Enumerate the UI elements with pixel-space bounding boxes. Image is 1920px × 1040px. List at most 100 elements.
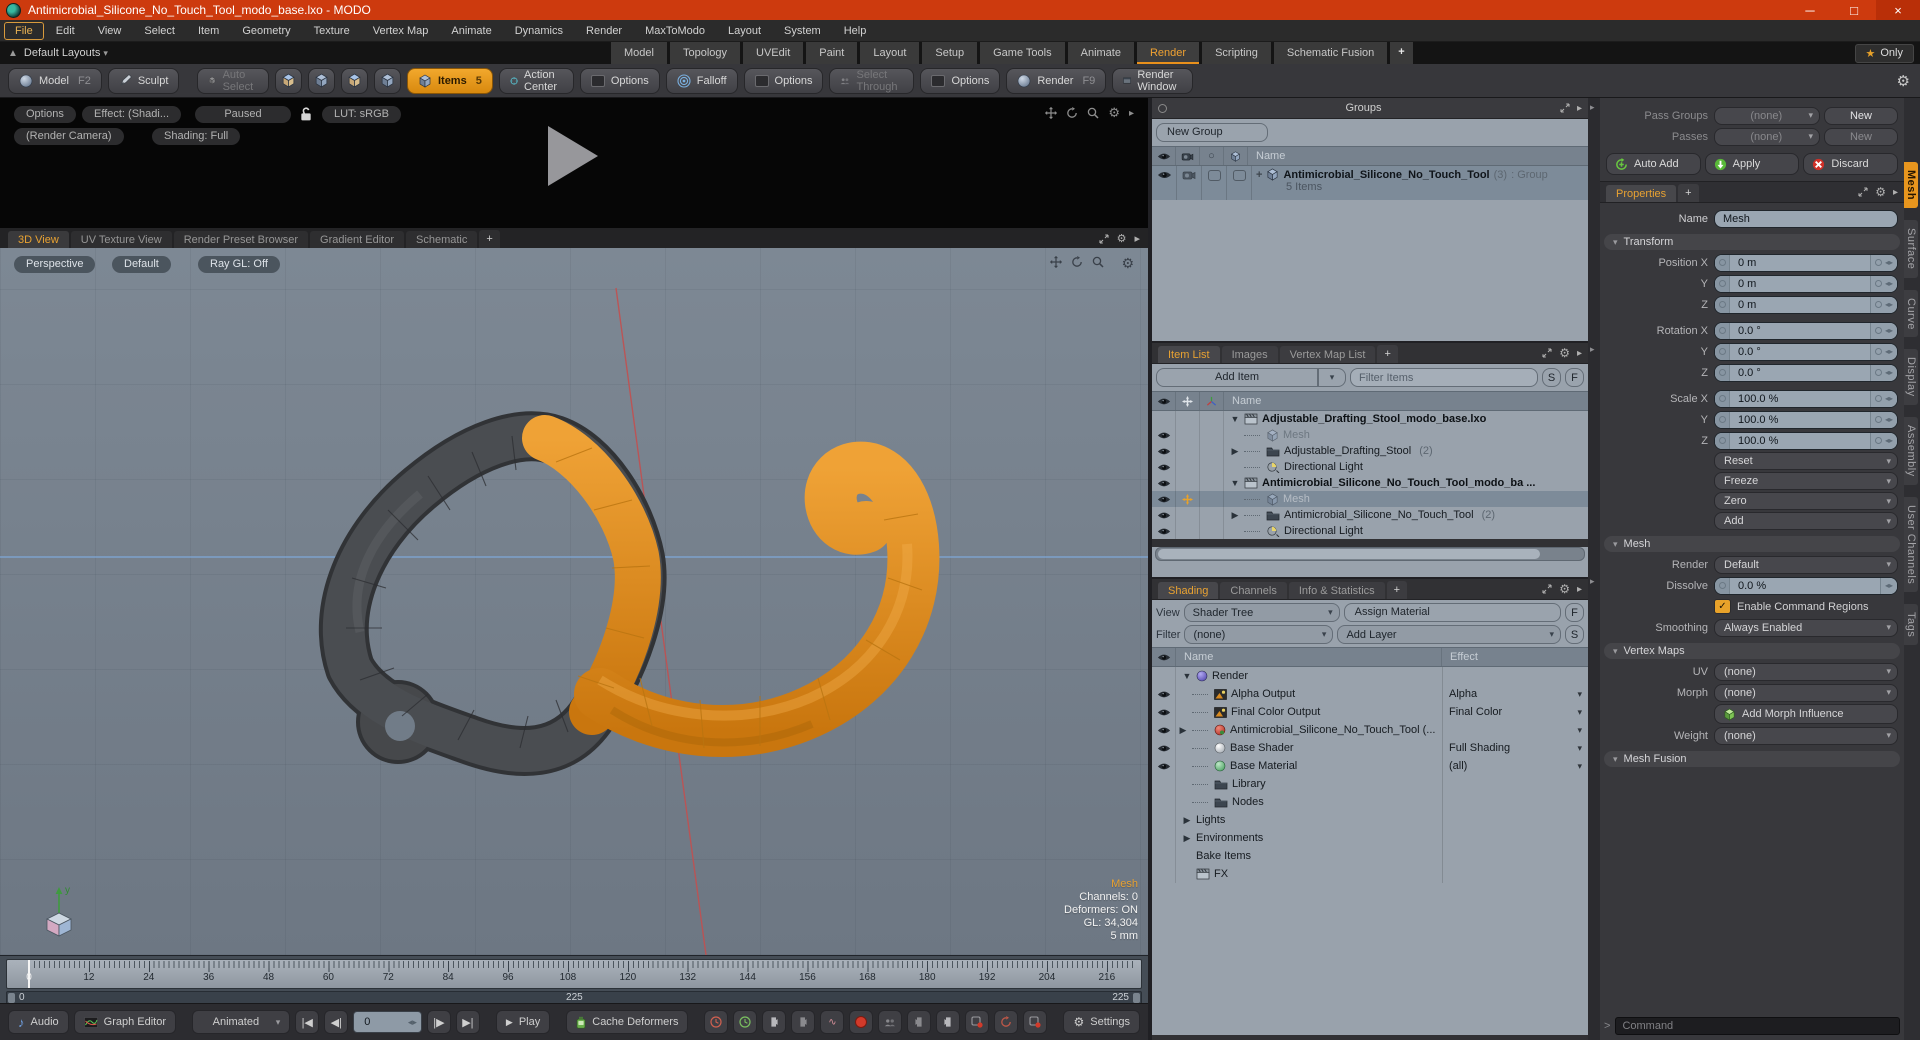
- section-vertex-maps[interactable]: ▾ Vertex Maps: [1604, 643, 1900, 659]
- mini-slider-arrows[interactable]: ◂▸: [1879, 577, 1897, 594]
- tab-images[interactable]: Images: [1221, 346, 1278, 363]
- uv-dropdown[interactable]: (none) ▾: [1714, 662, 1898, 681]
- menu-item-file[interactable]: File: [4, 21, 44, 40]
- viewport-tab-add[interactable]: +: [479, 230, 500, 248]
- transform-value-field[interactable]: 0.0 ° ◂▸: [1714, 321, 1898, 340]
- transform-value-field[interactable]: 100.0 % ◂▸: [1714, 431, 1898, 450]
- gear-icon[interactable]: ⚙: [1117, 232, 1127, 245]
- dissolve-field[interactable]: 0.0 % ◂▸: [1714, 576, 1898, 595]
- auto-select-button[interactable]: Auto Select: [197, 67, 269, 94]
- chevron-down-icon[interactable]: ▾: [1577, 725, 1582, 736]
- add-item-dropdown-arrow[interactable]: ▾: [1318, 368, 1346, 387]
- side-tab-assembly[interactable]: Assembly: [1904, 416, 1918, 485]
- expand-icon[interactable]: [1542, 584, 1552, 594]
- tab-shading[interactable]: Shading: [1158, 582, 1219, 599]
- section-mesh[interactable]: ▾ Mesh: [1604, 536, 1900, 552]
- mini-slider-arrows[interactable]: ◂▸: [1869, 364, 1897, 381]
- layer-visibility-toggle[interactable]: [1152, 721, 1176, 739]
- render-window-button[interactable]: Render Window: [1112, 67, 1194, 94]
- pan-icon[interactable]: [1045, 107, 1057, 119]
- render-button[interactable]: Render F9: [1006, 67, 1107, 94]
- gear-icon[interactable]: ⚙: [1559, 582, 1570, 596]
- pass-groups-dropdown[interactable]: (none) ▾: [1714, 106, 1820, 125]
- tree-expander-icon[interactable]: ▶: [1230, 446, 1240, 457]
- gear-icon[interactable]: ⚙: [1108, 105, 1120, 121]
- viewport-tab-uv-texture-view[interactable]: UV Texture View: [70, 231, 172, 248]
- shader-tree-row[interactable]: Bake Items: [1152, 847, 1588, 865]
- chevron-down-icon[interactable]: ▾: [1577, 689, 1582, 700]
- menu-item-item[interactable]: Item: [187, 22, 230, 40]
- side-tab-display[interactable]: Display: [1904, 349, 1918, 405]
- time-marker-green-button[interactable]: [733, 1010, 758, 1034]
- add-item-button[interactable]: Add Item: [1156, 368, 1318, 387]
- shader-tree-row[interactable]: Base Material (all) ▾: [1152, 757, 1588, 775]
- sculpt-mode-button[interactable]: Sculpt: [107, 67, 180, 94]
- channel-chip[interactable]: [1715, 322, 1730, 339]
- mini-slider-arrows[interactable]: ◂▸: [1869, 432, 1897, 449]
- shader-tree-row[interactable]: ▶ Lights: [1152, 811, 1588, 829]
- select-polygons-button[interactable]: [340, 67, 368, 94]
- add-tab-button[interactable]: +: [1377, 345, 1398, 363]
- curve-key-button[interactable]: ∿: [820, 1010, 845, 1034]
- layer-effect-cell[interactable]: Alpha ▾: [1442, 685, 1588, 703]
- menu-item-edit[interactable]: Edit: [45, 22, 86, 40]
- shader-tree-row[interactable]: Base Shader Full Shading ▾: [1152, 739, 1588, 757]
- transform-freeze-dropdown[interactable]: Freeze ▾: [1714, 472, 1898, 490]
- next-key-button[interactable]: |▶: [426, 1010, 451, 1034]
- filter-dropdown[interactable]: (none) ▾: [1184, 625, 1334, 644]
- item-visibility-toggle[interactable]: [1152, 475, 1176, 491]
- channel-chip[interactable]: [1715, 364, 1730, 381]
- pane-menu-arrow-icon[interactable]: ▸: [1577, 348, 1582, 359]
- item-visibility-toggle[interactable]: [1152, 411, 1176, 427]
- play-button[interactable]: ▶ Play: [495, 1010, 551, 1034]
- transform-value-field[interactable]: 100.0 % ◂▸: [1714, 410, 1898, 429]
- item-list-row[interactable]: ▼ Antimicrobial_Silicone_No_Touch_Tool_mo…: [1152, 475, 1588, 491]
- filter-s-button[interactable]: S: [1542, 368, 1561, 387]
- channel-chip[interactable]: [1715, 275, 1730, 292]
- side-tab-tags[interactable]: Tags: [1904, 603, 1918, 646]
- layout-tab-animate[interactable]: Animate: [1067, 42, 1134, 64]
- select-through-button[interactable]: Select Through: [829, 67, 915, 94]
- mini-slider-arrows[interactable]: ◂▸: [1869, 275, 1897, 292]
- 3d-viewport[interactable]: Perspective Default Ray GL: Off ⚙ y Mesh: [0, 248, 1148, 955]
- item-list-row[interactable]: ▼ Adjustable_Drafting_Stool_modo_base.lxo: [1152, 411, 1588, 427]
- viewport-tab-schematic[interactable]: Schematic: [406, 231, 478, 248]
- layer-visibility-toggle[interactable]: [1152, 739, 1176, 757]
- side-tab-user-channels[interactable]: User Channels: [1904, 496, 1918, 592]
- mini-slider-arrows[interactable]: ◂▸: [1869, 411, 1897, 428]
- auto-key-button[interactable]: [965, 1010, 990, 1034]
- key-remove-button[interactable]: [1023, 1010, 1048, 1034]
- assign-material-button[interactable]: Assign Material: [1343, 603, 1561, 622]
- channel-chip[interactable]: [1715, 343, 1730, 360]
- preview-options-button[interactable]: Options: [14, 106, 76, 123]
- pane-menu-arrow-icon[interactable]: ▸: [1134, 232, 1140, 245]
- layer-visibility-toggle[interactable]: [1152, 667, 1176, 685]
- channel-chip[interactable]: [1715, 254, 1730, 271]
- viewport-gear-icon[interactable]: ⚙: [1121, 255, 1134, 272]
- transform-reset-dropdown[interactable]: Reset ▾: [1714, 452, 1898, 470]
- layer-visibility-toggle[interactable]: [1152, 829, 1176, 847]
- items-mode-button[interactable]: Items 5: [406, 67, 493, 94]
- shading-f-button[interactable]: F: [1565, 603, 1584, 622]
- item-visibility-toggle[interactable]: [1152, 427, 1176, 443]
- new-group-button[interactable]: New Group: [1156, 123, 1268, 142]
- toolbar-gear-icon[interactable]: ⚙: [1897, 72, 1910, 90]
- section-mesh-fusion[interactable]: ▾ Mesh Fusion: [1604, 751, 1900, 767]
- tab-properties[interactable]: Properties: [1606, 185, 1677, 202]
- go-to-end-button[interactable]: ▶|: [455, 1010, 480, 1034]
- preview-shading-button[interactable]: Shading: Full: [152, 128, 241, 145]
- only-button[interactable]: ★ Only: [1854, 43, 1914, 63]
- add-morph-influence-button[interactable]: Add Morph Influence: [1714, 704, 1898, 724]
- filter-items-input[interactable]: [1350, 368, 1538, 387]
- command-input[interactable]: [1615, 1017, 1900, 1035]
- channel-chip[interactable]: [1715, 390, 1730, 407]
- passes-new-button[interactable]: New: [1824, 127, 1898, 146]
- render-dropdown[interactable]: Default ▾: [1714, 555, 1898, 574]
- weight-dropdown[interactable]: (none) ▾: [1714, 726, 1898, 745]
- maximize-button[interactable]: □: [1832, 0, 1876, 20]
- shader-tree-row[interactable]: Final Color Output Final Color ▾: [1152, 703, 1588, 721]
- shader-tree-row[interactable]: Nodes: [1152, 793, 1588, 811]
- layout-tab-schematic-fusion[interactable]: Schematic Fusion: [1273, 42, 1388, 64]
- auto-add-button[interactable]: Auto Add: [1606, 153, 1701, 175]
- chevron-down-icon[interactable]: ▾: [1577, 761, 1582, 772]
